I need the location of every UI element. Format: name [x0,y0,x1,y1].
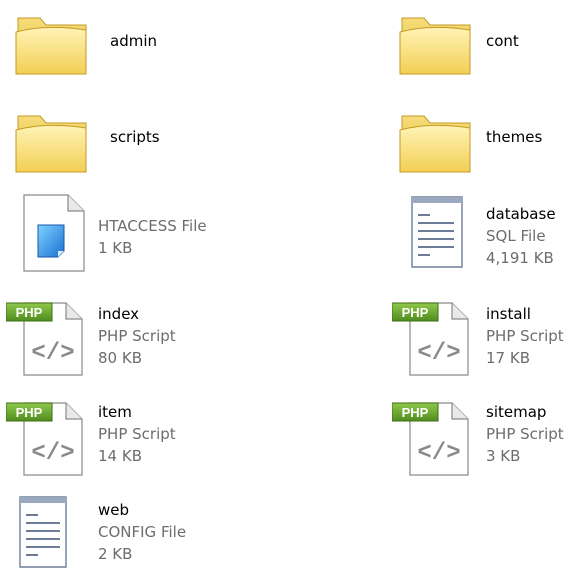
code-glyph: </> [31,440,74,467]
file-size: 4,191 KB [486,249,554,267]
folder-icon [14,4,94,84]
file-size: 17 KB [486,349,530,367]
file-name: item [98,403,132,421]
file-item-item[interactable]: PHP </> item PHP Script 14 KB [6,397,274,483]
file-type: CONFIG File [98,523,187,541]
folder-name: themes [486,128,543,146]
php-file-icon: PHP </> [6,397,86,477]
file-item-install[interactable]: PHP </> install PHP Script 17 KB [392,297,570,383]
file-name: index [98,305,140,323]
file-name: install [486,305,531,323]
file-type: PHP Script [98,425,176,443]
code-glyph: </> [417,340,460,367]
folder-icon [398,4,478,84]
php-file-icon: PHP </> [6,297,86,377]
text-document-icon [14,493,94,573]
file-type: PHP Script [486,327,564,345]
file-type: SQL File [486,227,546,245]
file-item-database[interactable]: database SQL File 4,191 KB [398,193,570,283]
explorer-tile-view: { "folders": [ {"name": "admin"}, {"name… [0,0,570,571]
file-name: web [98,501,130,519]
php-file-icon: PHP </> [392,297,472,377]
file-size: 1 KB [98,239,133,257]
file-size: 3 KB [486,447,521,465]
code-glyph: </> [417,440,460,467]
php-badge: PHP [16,305,43,320]
file-item-index[interactable]: PHP </> index PHP Script 80 KB [6,297,274,383]
folder-icon [14,102,94,182]
text-document-icon [398,193,478,273]
file-type: PHP Script [486,425,564,443]
file-size: 14 KB [98,447,142,465]
php-file-icon: PHP </> [392,397,472,477]
file-size: 80 KB [98,349,142,367]
file-type: HTACCESS File [98,217,207,235]
code-glyph: </> [31,340,74,367]
folder-item-scripts[interactable]: scripts [14,102,274,182]
php-badge: PHP [402,405,429,420]
folder-item-admin[interactable]: admin [14,4,274,84]
php-badge: PHP [402,305,429,320]
file-item-web[interactable]: web CONFIG File 2 KB [14,493,274,571]
generic-file-icon [14,193,94,273]
folder-icon [398,102,478,182]
file-size: 2 KB [98,545,133,563]
file-item-htaccess[interactable]: HTACCESS File 1 KB [14,193,274,283]
folder-item-cont[interactable]: cont [398,4,568,84]
folder-name: admin [110,32,157,50]
folder-name: cont [486,32,519,50]
file-name: database [486,205,556,223]
file-item-sitemap[interactable]: PHP </> sitemap PHP Script 3 KB [392,397,570,483]
folder-item-themes[interactable]: themes [398,102,568,182]
file-type: PHP Script [98,327,176,345]
file-name: sitemap [486,403,547,421]
folder-name: scripts [110,128,160,146]
php-badge: PHP [16,405,43,420]
